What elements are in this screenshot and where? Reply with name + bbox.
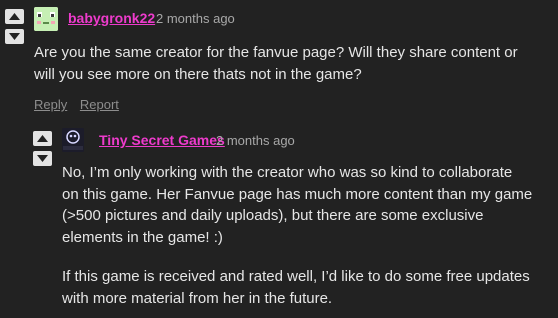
upvote-button[interactable] bbox=[33, 131, 52, 146]
tiny-secret-logo-avatar[interactable] bbox=[62, 128, 84, 152]
report-link[interactable]: Report bbox=[80, 97, 119, 112]
comment-2-vote bbox=[33, 131, 53, 171]
reply-body-paragraph-2: If this game is received and rated well,… bbox=[62, 266, 557, 309]
reply-body: No, I’m only working with the creator wh… bbox=[62, 162, 557, 248]
comment-author-link[interactable]: babygronk22 bbox=[68, 10, 155, 26]
comment-1-vote bbox=[5, 9, 25, 49]
reply-link[interactable]: Reply bbox=[34, 97, 67, 112]
upvote-button[interactable] bbox=[5, 9, 24, 24]
frog-face-avatar[interactable] bbox=[34, 7, 58, 31]
triangle-down-icon bbox=[9, 33, 20, 40]
downvote-button[interactable] bbox=[5, 29, 24, 44]
comment-line: (>500 pictures and daily uploads), but t… bbox=[62, 207, 484, 224]
triangle-down-icon bbox=[37, 155, 48, 162]
comment-line: elements in the game! :) bbox=[62, 228, 223, 246]
comment-body: Are you the same creator for the fanvue … bbox=[34, 42, 554, 85]
frog-face-icon bbox=[34, 7, 58, 31]
comment-line: Are you the same creator for the fanvue … bbox=[34, 44, 518, 61]
comment-date: 2 months ago bbox=[216, 133, 295, 148]
triangle-up-icon bbox=[9, 13, 20, 20]
comment-line: on this game. Her Fanvue page has much m… bbox=[62, 185, 533, 203]
comment-actions: Reply Report bbox=[34, 97, 128, 112]
tiny-secret-logo-icon bbox=[62, 128, 84, 152]
comment-line: No, I’m only working with the creator wh… bbox=[62, 164, 513, 181]
comment-line: will you see more on there thats not in … bbox=[34, 65, 362, 83]
comment-author-link[interactable]: Tiny Secret Games bbox=[99, 132, 225, 148]
triangle-up-icon bbox=[37, 135, 48, 142]
downvote-button[interactable] bbox=[33, 151, 52, 166]
comment-line: with more material from her in the futur… bbox=[62, 289, 333, 307]
comment-date: 2 months ago bbox=[156, 11, 235, 26]
comment-line: If this game is received and rated well,… bbox=[62, 268, 530, 285]
